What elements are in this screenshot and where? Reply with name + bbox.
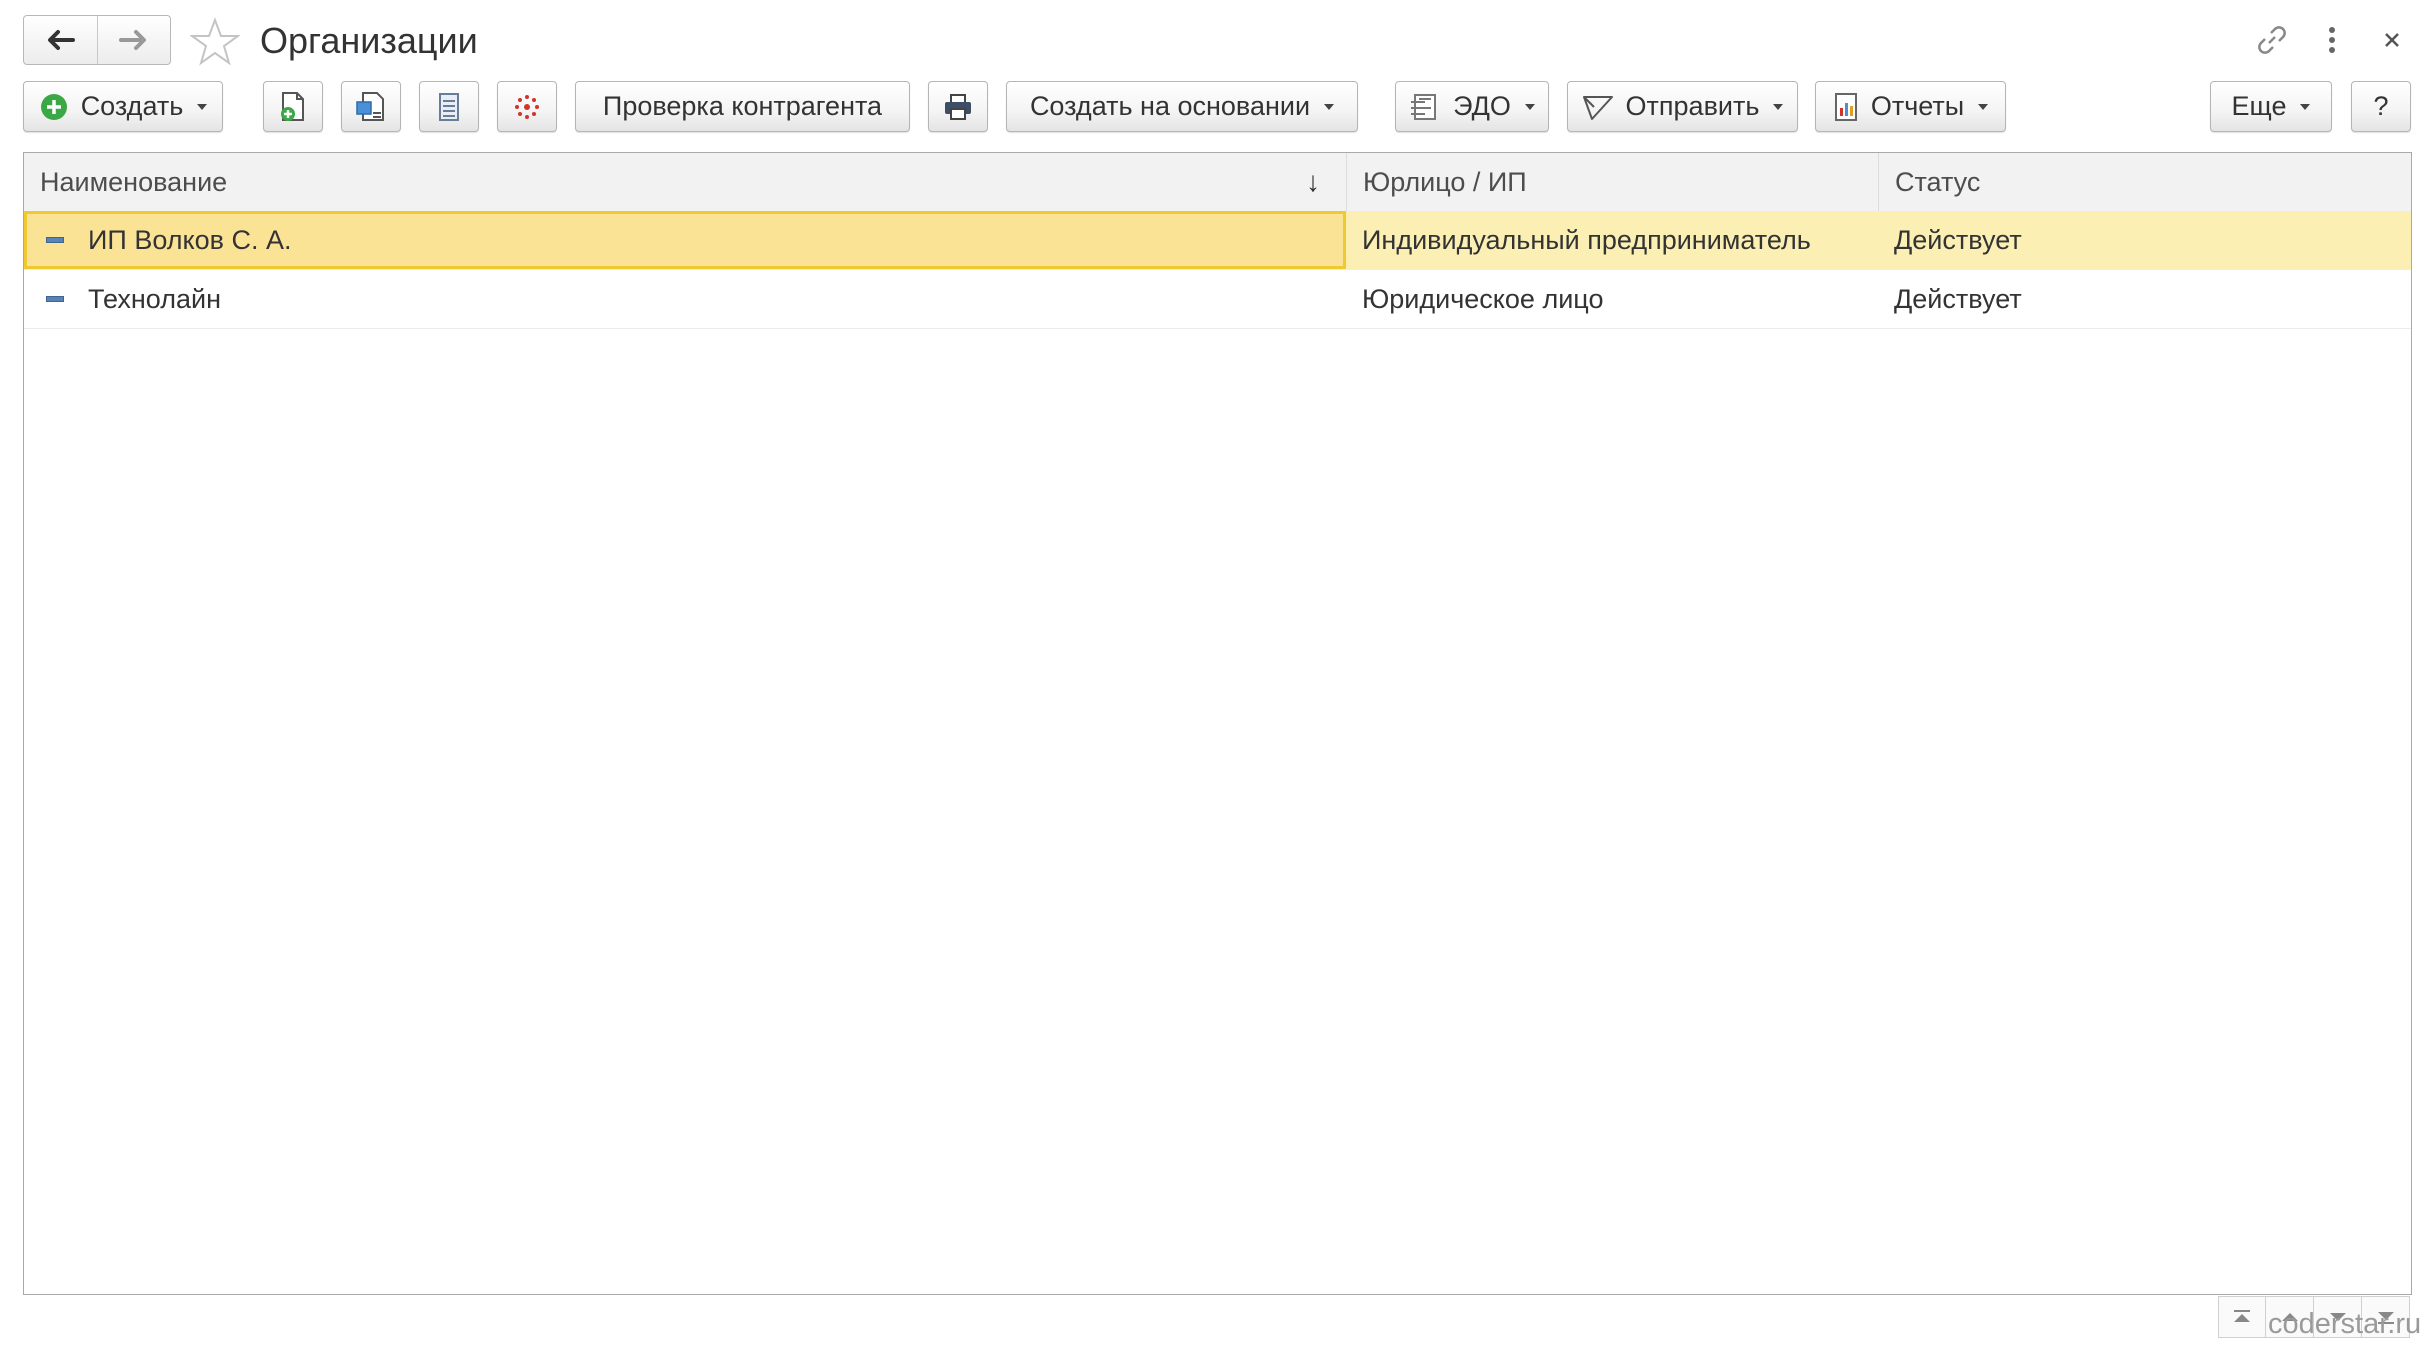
printer-icon [943, 93, 973, 121]
load-document-button[interactable] [341, 81, 401, 132]
link-button[interactable] [2250, 18, 2294, 62]
scroll-to-top-icon [2234, 1310, 2250, 1322]
cell-name-text: Технолайн [88, 284, 221, 314]
cell-type[interactable]: Индивидуальный предприниматель [1346, 211, 1878, 269]
column-header-name-label: Наименование [40, 167, 228, 197]
column-header-type-label: Юрлицо / ИП [1363, 167, 1527, 197]
cell-name-text: ИП Волков С. А. [88, 225, 292, 255]
arrow-right-icon [118, 30, 146, 50]
column-header-status-label: Статус [1895, 167, 1981, 197]
edo-label: ЭДО [1453, 91, 1511, 121]
structure-button[interactable] [497, 81, 557, 132]
star-icon [188, 17, 242, 66]
document-add-icon [278, 91, 308, 123]
back-button[interactable] [24, 16, 97, 64]
cell-status[interactable]: Действует [1878, 270, 2411, 328]
navigation-buttons [23, 15, 171, 65]
column-header-name[interactable]: Наименование ↓ [24, 153, 1346, 211]
more-actions-button[interactable]: Еще [2210, 81, 2332, 132]
cell-type[interactable]: Юридическое лицо [1346, 270, 1878, 328]
help-button[interactable]: ? [2351, 81, 2411, 132]
copy-document-button[interactable] [263, 81, 323, 132]
cell-name[interactable]: ИП Волков С. А. [24, 211, 1346, 269]
chevron-down-icon [1978, 103, 1989, 110]
close-button[interactable] [2370, 18, 2414, 62]
check-counterparty-button[interactable]: Проверка контрагента [575, 81, 910, 132]
edo-icon [1409, 93, 1441, 121]
page-title: Организации [260, 20, 478, 61]
send-label: Отправить [1625, 91, 1760, 121]
structure-icon [512, 92, 542, 122]
forward-button[interactable] [96, 16, 171, 64]
create-label: Создать [80, 91, 184, 121]
table-row[interactable]: ИП Волков С. А. Индивидуальный предприни… [24, 211, 2411, 270]
sort-down-icon: ↓ [1306, 166, 1320, 197]
reports-button[interactable]: Отчеты [1815, 81, 2006, 132]
create-based-on-label: Создать на основании [1029, 91, 1311, 121]
send-icon [1582, 93, 1614, 121]
cell-status[interactable]: Действует [1878, 211, 2411, 269]
column-header-type[interactable]: Юрлицо / ИП [1346, 153, 1878, 211]
check-counterparty-label: Проверка контрагента [602, 91, 883, 121]
item-marker-icon [46, 237, 64, 243]
favorite-star-button[interactable] [188, 17, 242, 67]
column-header-status[interactable]: Статус [1878, 153, 2411, 211]
table-row[interactable]: Технолайн Юридическое лицо Действует [24, 270, 2411, 329]
chevron-down-icon [1324, 103, 1335, 110]
item-marker-icon [46, 296, 64, 302]
document-import-icon [355, 91, 387, 123]
scroll-top-button[interactable] [2218, 1296, 2266, 1338]
chevron-down-icon [2300, 103, 2311, 110]
arrow-left-icon [48, 30, 76, 50]
watermark: coderstar.ru [2268, 1308, 2422, 1340]
create-button[interactable]: Создать [23, 81, 223, 132]
reports-label: Отчеты [1870, 91, 1965, 121]
chevron-down-icon [197, 103, 208, 110]
plus-circle-icon [39, 92, 69, 122]
chevron-down-icon [1524, 103, 1535, 110]
kebab-menu-icon [2329, 27, 2335, 53]
send-button[interactable]: Отправить [1567, 81, 1798, 132]
table-header: Наименование ↓ Юрлицо / ИП Статус [24, 153, 2411, 212]
more-menu-button[interactable] [2310, 18, 2354, 62]
organizations-table: Наименование ↓ Юрлицо / ИП Статус ИП Вол… [23, 152, 2412, 1295]
chevron-down-icon [1773, 103, 1784, 110]
link-icon [2258, 26, 2286, 54]
list-view-button[interactable] [419, 81, 479, 132]
list-icon [437, 92, 461, 122]
more-actions-label: Еще [2231, 91, 2287, 121]
create-based-on-button[interactable]: Создать на основании [1006, 81, 1358, 132]
edo-button[interactable]: ЭДО [1395, 81, 1549, 132]
report-icon [1833, 92, 1859, 122]
help-label: ? [2373, 91, 2389, 121]
cell-name[interactable]: Технолайн [24, 270, 1346, 328]
close-icon [2385, 33, 2399, 47]
print-button[interactable] [928, 81, 988, 132]
